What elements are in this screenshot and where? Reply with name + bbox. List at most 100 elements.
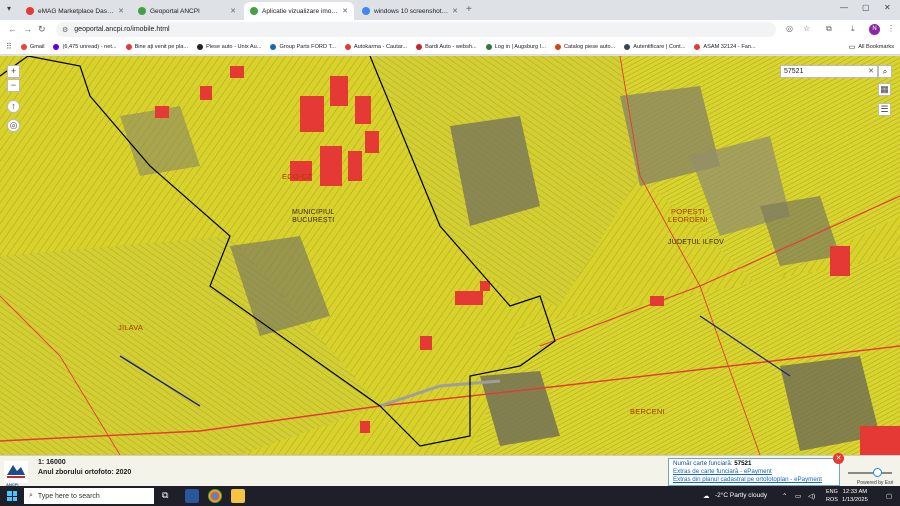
tab-title: Geoportal ANCPI: [150, 7, 200, 15]
bookmark-yahoo-mail[interactable]: (6,475 unread) - net...: [53, 43, 117, 50]
cf-number-value: 57521: [734, 460, 752, 467]
tab-geoportal[interactable]: Geoportal ANCPI ✕: [132, 2, 242, 20]
cadastral-map[interactable]: [0, 56, 900, 455]
edge-app-icon[interactable]: [185, 489, 199, 503]
toolbar: ← → ↻ ⚙ geoportal.ancpi.ro/imobile.html …: [0, 20, 900, 39]
zoom-in-button[interactable]: +: [7, 65, 20, 78]
forward-arrow-icon[interactable]: →: [23, 24, 32, 34]
bookmark-autokarma[interactable]: Autokarma - Cautar...: [344, 43, 407, 50]
close-icon[interactable]: ✕: [118, 7, 124, 15]
tab-google-search[interactable]: windows 10 screenshot - Căut ✕: [356, 2, 464, 20]
close-icon[interactable]: ✕: [230, 7, 236, 15]
minimize-icon[interactable]: —: [840, 3, 848, 12]
profile-avatar[interactable]: N: [869, 24, 880, 35]
url-text[interactable]: geoportal.ancpi.ro/imobile.html: [74, 26, 169, 33]
maximize-icon[interactable]: ▢: [862, 3, 870, 12]
close-icon[interactable]: ✕: [452, 7, 458, 15]
bookmark-unix[interactable]: Piese auto - Unix Au...: [197, 43, 261, 50]
network-icon[interactable]: ▭: [795, 492, 801, 500]
emag-icon: [125, 43, 132, 50]
all-bookmarks-button[interactable]: ▭ All Bookmarks: [849, 43, 894, 51]
all-bookmarks-label: All Bookmarks: [858, 44, 894, 50]
bookmark-star-icon[interactable]: ☆: [803, 24, 810, 33]
extract-plan-link[interactable]: Extras din planul cadastral pe ortofotop…: [673, 476, 835, 484]
reload-icon[interactable]: ↻: [38, 24, 46, 35]
tab-title: windows 10 screenshot - Căut: [374, 7, 448, 15]
bookmark-augsburg[interactable]: Log in | Augsburg I...: [485, 43, 546, 50]
volume-icon[interactable]: ◁): [808, 492, 815, 500]
berceni-label: BERCENI: [630, 407, 665, 416]
tab-title: eMAG Marketplace Dashboard: [38, 7, 115, 15]
clock[interactable]: 12:33 AM 1/13/2025: [842, 488, 868, 504]
taskbar-search-box[interactable]: ⌕ Type here to search: [24, 488, 154, 504]
notifications-icon[interactable]: ▢: [886, 492, 892, 500]
zone-label: ECO-CZ: [282, 172, 312, 181]
popesti-label: POPEȘTI LEORDENI: [668, 207, 708, 224]
tab-search-icon[interactable]: ▾: [7, 4, 11, 13]
language-indicator[interactable]: ENG ROS: [826, 488, 838, 504]
download-icon[interactable]: ⤓: [851, 24, 855, 34]
opacity-slider[interactable]: [848, 468, 892, 478]
bookmark-group-parts[interactable]: Group Parts FORD T...: [270, 43, 336, 50]
file-explorer-icon[interactable]: [231, 489, 245, 503]
taskbar-search-placeholder: Type here to search: [37, 492, 100, 500]
tab-aplicatie[interactable]: Aplicatie vizualizare imobile ✕: [244, 2, 354, 20]
jilava-label: JILAVA: [118, 323, 144, 332]
apps-grid-icon[interactable]: ⠿: [6, 42, 12, 51]
locate-icon[interactable]: ◎: [7, 119, 20, 132]
map-view[interactable]: ECO-CZ MUNICIPIUL BUCUREȘTI JUDEȚUL ILFO…: [0, 56, 900, 455]
address-bar[interactable]: ⚙ geoportal.ancpi.ro/imobile.html: [56, 22, 776, 37]
ancpi-favicon-icon: [250, 7, 258, 15]
task-view-icon[interactable]: ⧉: [162, 490, 168, 501]
bookmark-gmail[interactable]: Gmail: [20, 43, 45, 50]
clear-icon[interactable]: ✕: [868, 66, 874, 77]
bookmark-catalog[interactable]: Catalog piese auto...: [554, 43, 615, 50]
compass-icon[interactable]: ↑: [7, 100, 20, 113]
ancpi-logo: [4, 461, 28, 483]
back-arrow-icon[interactable]: ←: [8, 24, 17, 34]
weather-text[interactable]: -2°C Partly cloudy: [715, 492, 767, 499]
tab-emag[interactable]: eMAG Marketplace Dashboard ✕: [20, 2, 130, 20]
zoom-out-button[interactable]: −: [7, 79, 20, 92]
menu-kebab-icon[interactable]: ⋮: [887, 24, 895, 33]
slider-knob[interactable]: [873, 468, 883, 477]
bookmark-bardi[interactable]: Bardi Auto - websh...: [416, 43, 477, 50]
new-tab-plus-icon[interactable]: +: [466, 4, 472, 15]
search-icon[interactable]: ⌕: [878, 65, 892, 78]
folder-icon: ▭: [848, 44, 856, 51]
bookmark-label: Group Parts FORD T...: [279, 43, 336, 50]
tab-title: Aplicatie vizualizare imobile: [262, 7, 339, 15]
extension-icon[interactable]: ◎: [786, 24, 793, 33]
tray-chevron-icon[interactable]: ⌃: [782, 492, 787, 500]
bardi-icon: [416, 43, 423, 50]
yahoo-icon: [53, 43, 60, 50]
bookmarks-bar: ⠿ Gmail (6,475 unread) - net... Bine ați…: [0, 39, 900, 55]
popup-close-icon[interactable]: ✕: [833, 453, 844, 464]
window-close-icon[interactable]: ✕: [884, 3, 891, 12]
map-scale: 1: 16000: [38, 459, 66, 466]
bookmark-label: (6,475 unread) - net...: [62, 43, 117, 50]
parcel-search-input[interactable]: 57521 ✕: [780, 65, 878, 78]
autokarma-icon: [344, 43, 351, 50]
layers-icon[interactable]: ☰: [878, 103, 891, 116]
bookmark-label: ASAM 32124 - Fan...: [703, 43, 756, 50]
extract-cf-link[interactable]: Extras de carte funciară - ePayment: [673, 468, 835, 476]
windows-taskbar: ⌕ Type here to search ⧉ ☁ -2°C Partly cl…: [0, 486, 900, 506]
extensions-puzzle-icon[interactable]: ⧉: [826, 24, 832, 34]
cf-number-label: Număr carte funciară:: [673, 460, 733, 467]
basemap-icon[interactable]: ▦: [878, 83, 891, 96]
site-info-icon[interactable]: ⚙: [62, 26, 68, 34]
windows-start-icon[interactable]: [7, 491, 17, 501]
group-parts-icon: [270, 43, 277, 50]
bookmark-asam[interactable]: ASAM 32124 - Fan...: [694, 43, 756, 50]
bookmark-label: Gmail: [29, 43, 45, 50]
slider-track: [848, 472, 892, 474]
bookmark-autentificare[interactable]: Autentificare | Cont...: [624, 43, 685, 50]
search-icon: ⌕: [29, 492, 33, 499]
map-status-bar: ANCPI 1: 16000 Anul zborului ortofoto: 2…: [0, 453, 900, 487]
weather-icon: ☁: [703, 493, 710, 500]
close-icon[interactable]: ✕: [342, 7, 348, 15]
chrome-app-icon[interactable]: [208, 489, 222, 503]
unix-icon: [197, 43, 204, 50]
bookmark-emag[interactable]: Bine ați venit pe pla...: [125, 43, 188, 50]
